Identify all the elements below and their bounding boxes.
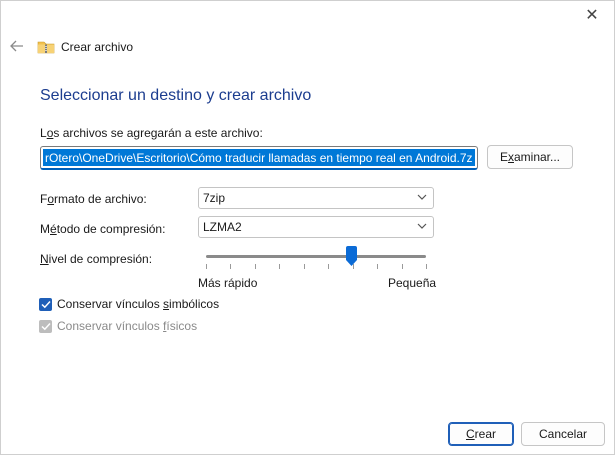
slider-tick (402, 264, 403, 269)
format-select-value: 7zip (203, 191, 226, 205)
dialog-title-row: Crear archivo (37, 37, 133, 57)
checkmark-icon (40, 322, 51, 330)
browse-button[interactable]: Ex aminar... (487, 145, 573, 169)
slider-min-label: Más rápido (198, 276, 258, 290)
compression-level-label: Nivel de compresión: (40, 252, 153, 266)
slider-tick (206, 264, 207, 269)
create-button[interactable]: Crear (448, 422, 514, 446)
chevron-down-icon (417, 194, 427, 200)
slider-tick (353, 264, 354, 269)
slider-tick (304, 264, 305, 269)
format-label: Formato de archivo: (40, 192, 147, 206)
slider-tick (377, 264, 378, 269)
preserve-hardlinks-option: Conservar vínculos físicos (39, 319, 197, 333)
dialog-title: Crear archivo (61, 40, 134, 54)
chevron-down-icon (417, 223, 427, 229)
back-button[interactable] (8, 37, 26, 55)
preserve-symlinks-option[interactable]: Conservar vínculos simbólicos (39, 297, 219, 311)
slider-tick (328, 264, 329, 269)
slider-max-label: Pequeña (388, 276, 437, 290)
back-arrow-icon (10, 40, 23, 52)
slider-track[interactable] (206, 255, 426, 258)
cancel-button[interactable]: Cancelar (521, 422, 605, 446)
close-button[interactable]: ✕ (578, 3, 606, 27)
archive-path-selected-text: rOtero\OneDrive\Escritorio\Cómo traducir… (43, 149, 475, 166)
format-select[interactable]: 7zip (198, 187, 434, 209)
checkmark-icon (40, 300, 51, 308)
archive-path-label: Los archivos se agregarán a este archivo… (40, 126, 263, 140)
slider-tick (426, 264, 427, 269)
create-archive-dialog: ✕ Crear archivo Seleccionar un destino y… (0, 0, 615, 455)
zip-folder-icon (37, 41, 55, 54)
slider-thumb[interactable] (346, 246, 357, 266)
page-heading: Seleccionar un destino y crear archivo (40, 87, 312, 104)
preserve-hardlinks-checkbox (39, 319, 52, 333)
archive-path-input[interactable]: rOtero\OneDrive\Escritorio\Cómo traducir… (40, 146, 478, 170)
compression-method-select-value: LZMA2 (203, 220, 242, 234)
preserve-symlinks-checkbox[interactable] (39, 297, 52, 311)
compression-method-label: Método de compresión: (40, 222, 166, 236)
close-icon: ✕ (585, 7, 599, 24)
preserve-symlinks-label: Conservar vínculos simbólicos (57, 297, 220, 311)
preserve-hardlinks-label: Conservar vínculos físicos (57, 319, 198, 333)
slider-tick (255, 264, 256, 269)
compression-method-select[interactable]: LZMA2 (198, 216, 434, 238)
slider-tick (230, 264, 231, 269)
slider-tick (279, 264, 280, 269)
